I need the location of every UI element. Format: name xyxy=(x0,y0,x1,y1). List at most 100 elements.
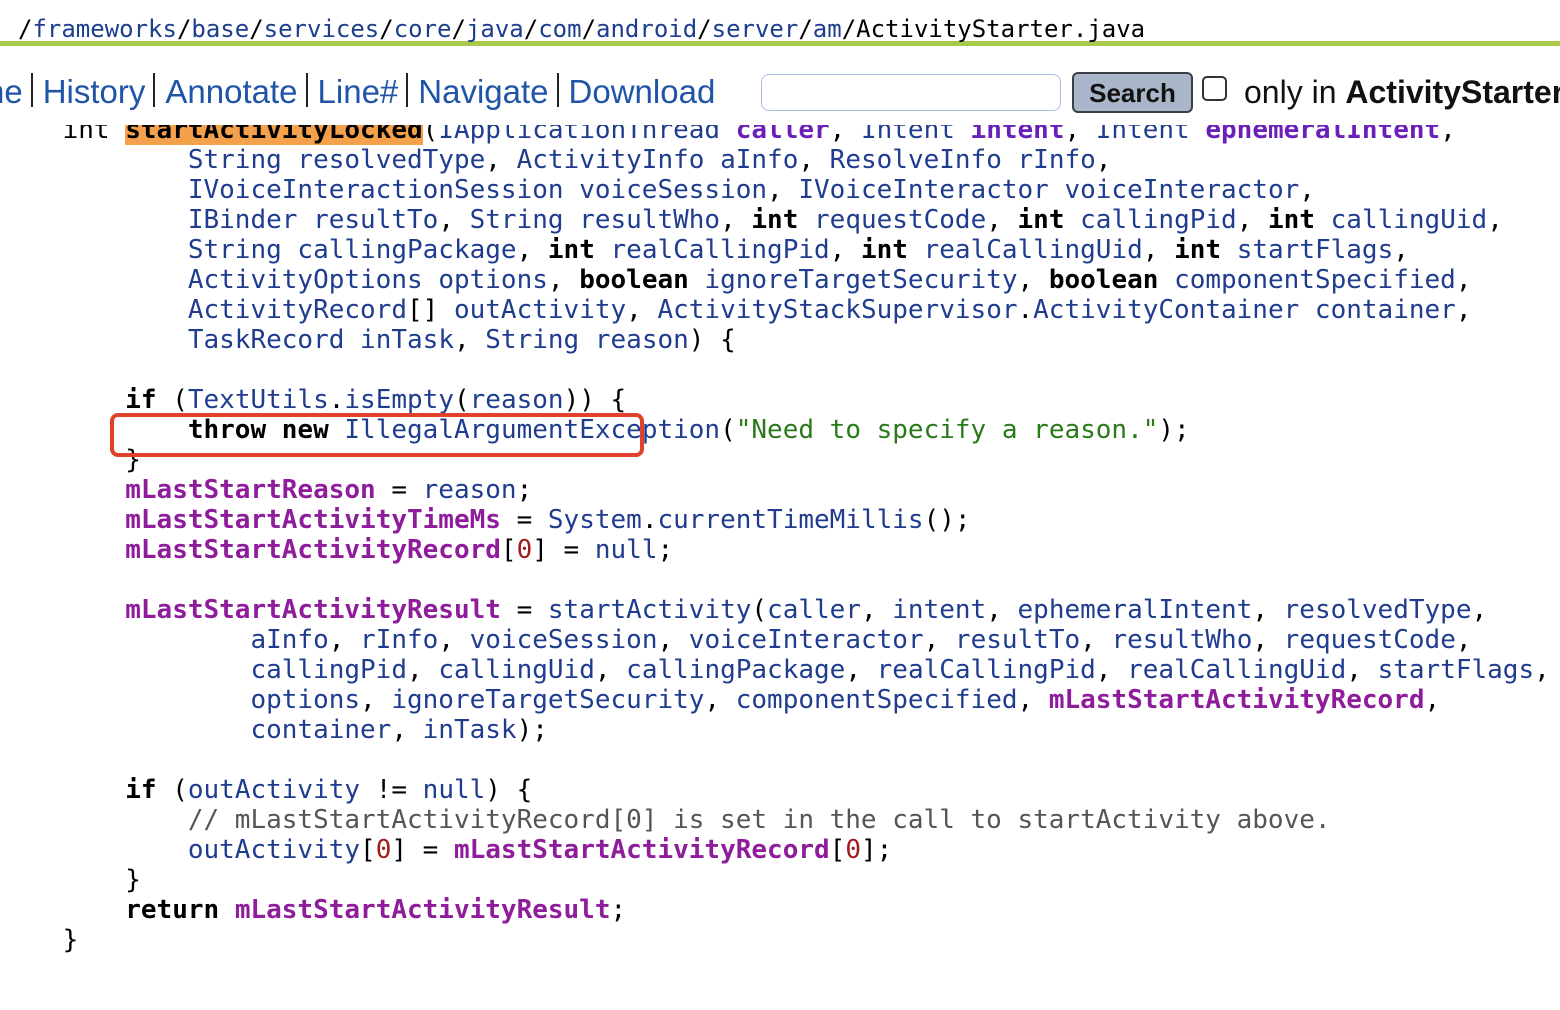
nav-link-ne[interactable]: ne xyxy=(0,73,23,110)
code-text: [ xyxy=(829,835,846,865)
code-identifier: startActivity xyxy=(547,595,752,625)
code-type[interactable]: TaskRecord xyxy=(188,325,345,355)
code-line: mLastStartActivityTimeMs = System.curren… xyxy=(0,505,1550,535)
code-text: ; xyxy=(610,895,627,925)
code-type[interactable]: ActivityRecord xyxy=(188,295,407,325)
code-line: mLastStartActivityRecord[0] = null; xyxy=(0,535,1550,565)
code-text: , xyxy=(1299,175,1315,205)
nav-link-download[interactable]: Download xyxy=(569,73,716,110)
path-segment-link[interactable]: base xyxy=(191,15,249,43)
code-line: mLastStartReason = reason; xyxy=(0,475,1550,505)
highlighted-function-name[interactable]: startActivityLocked xyxy=(125,125,423,145)
code-text: , xyxy=(986,205,1018,235)
path-segment-link[interactable]: server xyxy=(712,15,799,43)
code-identifier: rInfo xyxy=(1017,145,1096,175)
code-type[interactable]: ActivityInfo xyxy=(517,145,705,175)
code-text: (); xyxy=(923,505,971,535)
code-line: TaskRecord inTask, String reason) { xyxy=(0,325,1550,355)
path-segment-link[interactable]: am xyxy=(813,15,842,43)
code-identifier: callingPid xyxy=(250,655,407,685)
nav-link-annotate[interactable]: Annotate xyxy=(165,73,297,110)
code-identifier: realCallingUid xyxy=(923,235,1143,265)
search-button[interactable]: Search xyxy=(1072,72,1193,113)
code-text: , xyxy=(1064,125,1096,145)
code-text: int xyxy=(0,125,126,145)
source-code-view: int startActivityLocked(IApplicationThre… xyxy=(0,125,1560,1010)
code-type[interactable]: IBinder xyxy=(188,205,298,235)
code-line: } xyxy=(0,865,1550,895)
nav-link-navigate[interactable]: Navigate xyxy=(418,73,548,110)
code-type[interactable]: Intent xyxy=(1096,125,1190,145)
nav-link-history[interactable]: History xyxy=(43,73,146,110)
code-identifier: realCallingPid xyxy=(610,235,830,265)
code-identifier: intent xyxy=(892,595,987,625)
code-identifier: outActivity xyxy=(453,295,627,325)
code-type[interactable]: IVoiceInteractor xyxy=(798,175,1048,205)
nav-separator xyxy=(30,73,33,107)
code-type[interactable]: ActivityContainer xyxy=(1033,295,1299,325)
path-segment-link[interactable]: com xyxy=(538,15,581,43)
code-type[interactable]: String xyxy=(470,205,564,235)
code-text: , xyxy=(1095,655,1128,685)
code-type[interactable]: String xyxy=(188,235,282,265)
path-segment-link[interactable]: java xyxy=(466,15,524,43)
path-segment-link[interactable]: core xyxy=(394,15,452,43)
code-text: , xyxy=(923,625,955,655)
code-text: , xyxy=(438,625,470,655)
code-text: , xyxy=(407,655,439,685)
code-field: mLastStartActivityRecord xyxy=(125,535,501,565)
code-identifier: voiceSession xyxy=(579,175,768,205)
code-text: , xyxy=(1252,625,1284,655)
code-text: ) { xyxy=(485,775,533,805)
code-keyword: int xyxy=(1174,235,1222,265)
code-text: [ xyxy=(500,535,517,565)
code-field: mLastStartActivityTimeMs xyxy=(125,505,501,535)
nav-link-line[interactable]: Line# xyxy=(318,73,399,110)
path-separator: / xyxy=(176,15,192,43)
code-text: [ xyxy=(360,835,376,865)
code-keyword: int xyxy=(751,205,799,235)
code-text: , xyxy=(516,235,548,265)
code-type[interactable]: TextUtils xyxy=(188,385,329,415)
code-type[interactable]: IllegalArgumentException xyxy=(344,415,720,445)
code-type[interactable]: String xyxy=(188,145,282,175)
path-segment-link[interactable]: services xyxy=(264,15,380,43)
code-field: mLastStartActivityRecord xyxy=(453,835,830,865)
search-input[interactable] xyxy=(761,74,1061,111)
code-identifier: container xyxy=(1314,295,1456,325)
code-text: = xyxy=(375,475,423,505)
path-separator: / xyxy=(523,15,539,43)
path-segment-link[interactable]: android xyxy=(596,15,697,43)
code-type[interactable]: ActivityStackSupervisor xyxy=(657,295,1017,325)
code-identifier: aInfo xyxy=(720,145,799,175)
code-line: callingPid, callingUid, callingPackage, … xyxy=(0,655,1549,685)
code-type[interactable]: IVoiceInteractionSession xyxy=(188,175,564,205)
code-identifier: startFlags xyxy=(1377,655,1535,685)
code-type[interactable]: ActivityOptions xyxy=(188,265,423,295)
code-line: aInfo, rInfo, voiceSession, voiceInterac… xyxy=(0,625,1550,655)
code-string: "Need to specify a reason." xyxy=(735,415,1159,445)
code-type[interactable]: System xyxy=(548,505,642,535)
code-type[interactable]: Intent xyxy=(861,125,955,145)
code-type[interactable]: ResolveInfo xyxy=(830,145,1002,175)
code-identifier: callingPid xyxy=(1080,205,1237,235)
code-identifier: callingPackage xyxy=(297,235,517,265)
code-type[interactable]: String xyxy=(485,325,579,355)
code-type[interactable]: IApplicationThread xyxy=(438,125,720,145)
code-text: , xyxy=(860,595,893,625)
code-text: , xyxy=(1142,235,1175,265)
code-text: , xyxy=(438,205,470,235)
only-in-file-checkbox[interactable] xyxy=(1202,76,1227,101)
path-segment-link[interactable]: frameworks xyxy=(32,15,177,43)
code-identifier: reason xyxy=(469,385,564,415)
